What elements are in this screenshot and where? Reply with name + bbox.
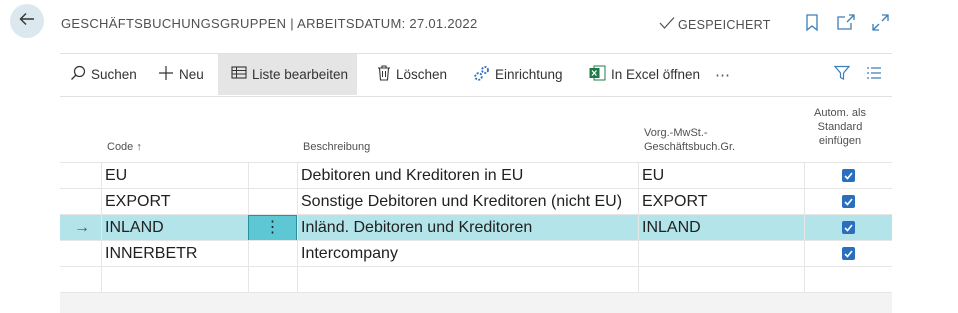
column-header-auto-insert[interactable]: Autom. als Standard einfügen	[809, 106, 871, 148]
excel-icon	[589, 65, 606, 84]
action-bar: Suchen Neu Liste bearbeiten Löschen Einr…	[60, 53, 892, 97]
back-button[interactable]	[10, 4, 44, 38]
setup-button[interactable]: Einrichtung	[473, 54, 563, 95]
grid-footer	[60, 292, 892, 313]
code-cell[interactable]: INNERBETR	[101, 241, 248, 267]
search-label: Suchen	[91, 67, 137, 82]
row-menu-cell	[248, 163, 297, 189]
selected-row-arrow-icon: →	[74, 219, 90, 236]
trash-icon	[377, 65, 391, 84]
page-title: GESCHÄFTSBUCHUNGSGRUPPEN | ARBEITSDATUM:…	[61, 16, 478, 31]
code-cell[interactable]: INLAND	[101, 215, 248, 241]
code-cell[interactable]: EXPORT	[101, 189, 248, 215]
row-indicator-cell	[60, 189, 101, 215]
delete-label: Löschen	[396, 67, 448, 82]
description-cell[interactable]: Sonstige Debitoren und Kreditoren (nicht…	[297, 189, 638, 215]
table-row[interactable]: → INLAND ⋮ Inländ. Debitoren und Kreditoren…	[60, 214, 892, 241]
vat-group-cell[interactable]	[638, 241, 804, 267]
table-row[interactable]: EU Debitoren und Kreditoren in EU EU	[60, 162, 892, 189]
list-view-button[interactable]	[866, 54, 882, 95]
edit-list-button[interactable]: Liste bearbeiten	[218, 54, 357, 95]
row-indicator-cell	[60, 163, 101, 189]
vat-group-cell[interactable]: EU	[638, 163, 804, 189]
row-actions-button[interactable]: ⋮	[248, 215, 297, 241]
auto-insert-cell	[804, 267, 892, 293]
search-icon	[70, 65, 86, 84]
edit-list-icon	[231, 66, 247, 83]
more-options-button[interactable]: ⋯	[715, 54, 731, 95]
table-row[interactable]: EXPORT Sonstige Debitoren und Kreditoren …	[60, 188, 892, 215]
search-button[interactable]: Suchen	[70, 54, 137, 95]
row-menu-cell	[248, 189, 297, 215]
auto-insert-checkbox[interactable]	[842, 169, 855, 182]
delete-button[interactable]: Löschen	[377, 54, 447, 95]
description-cell[interactable]: Inländ. Debitoren und Kreditoren	[297, 215, 638, 241]
description-cell[interactable]: Intercompany	[297, 241, 638, 267]
filter-icon	[833, 65, 851, 84]
vat-group-cell[interactable]: EXPORT	[638, 189, 804, 215]
empty-new-row[interactable]	[60, 266, 892, 293]
expand-icon[interactable]	[871, 13, 889, 31]
open-in-excel-label: In Excel öffnen	[611, 67, 701, 82]
code-cell[interactable]	[101, 267, 248, 293]
list-icon	[866, 66, 882, 83]
code-cell[interactable]: EU	[101, 163, 248, 189]
checkmark-icon	[659, 16, 675, 33]
saved-status: GESPEICHERT	[659, 16, 771, 33]
column-header-code[interactable]: Code ↑	[107, 140, 142, 154]
edit-list-label: Liste bearbeiten	[252, 67, 349, 82]
filter-button[interactable]	[833, 54, 851, 95]
description-cell[interactable]	[297, 267, 638, 293]
saved-label: GESPEICHERT	[678, 17, 771, 32]
auto-insert-checkbox[interactable]	[842, 195, 855, 208]
row-indicator-cell	[60, 241, 101, 267]
gears-icon	[473, 65, 490, 85]
setup-label: Einrichtung	[495, 67, 563, 82]
open-in-excel-button[interactable]: In Excel öffnen	[589, 54, 700, 95]
plus-icon	[158, 65, 174, 84]
auto-insert-checkbox[interactable]	[842, 221, 855, 234]
arrow-left-icon	[18, 10, 36, 33]
row-indicator-cell	[60, 267, 101, 293]
auto-insert-checkbox[interactable]	[842, 247, 855, 260]
bookmark-icon[interactable]	[803, 13, 821, 31]
new-button[interactable]: Neu	[158, 54, 204, 95]
vat-group-cell[interactable]: INLAND	[638, 215, 804, 241]
new-label: Neu	[179, 67, 204, 82]
column-header-vat-group[interactable]: Vorg.-MwSt.- Geschäftsbuch.Gr.	[644, 126, 735, 154]
table-row[interactable]: INNERBETR Intercompany	[60, 240, 892, 267]
column-header-description[interactable]: Beschreibung	[303, 140, 370, 154]
open-in-new-window-icon[interactable]	[837, 13, 855, 31]
row-menu-cell	[248, 241, 297, 267]
row-menu-cell	[248, 267, 297, 293]
vat-group-cell[interactable]	[638, 267, 804, 293]
description-cell[interactable]: Debitoren und Kreditoren in EU	[297, 163, 638, 189]
